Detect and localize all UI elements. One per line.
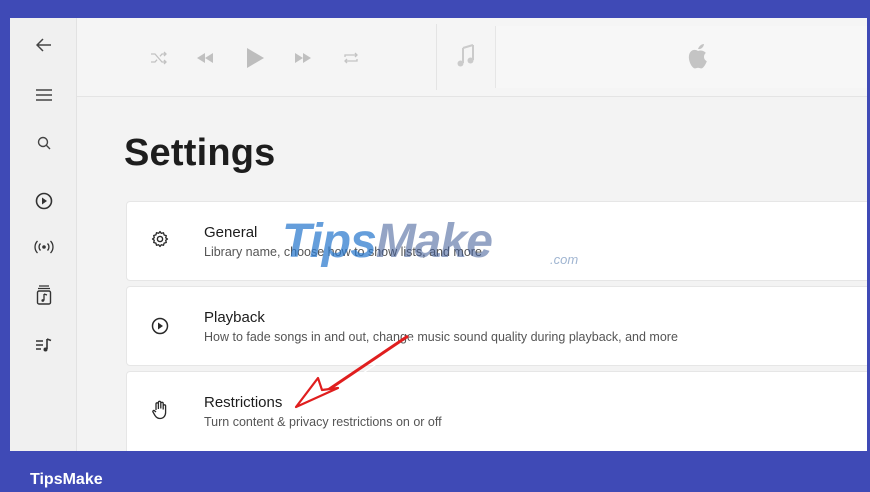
annotation-arrow [294,334,413,409]
footer-brand: TipsMake [30,471,103,488]
